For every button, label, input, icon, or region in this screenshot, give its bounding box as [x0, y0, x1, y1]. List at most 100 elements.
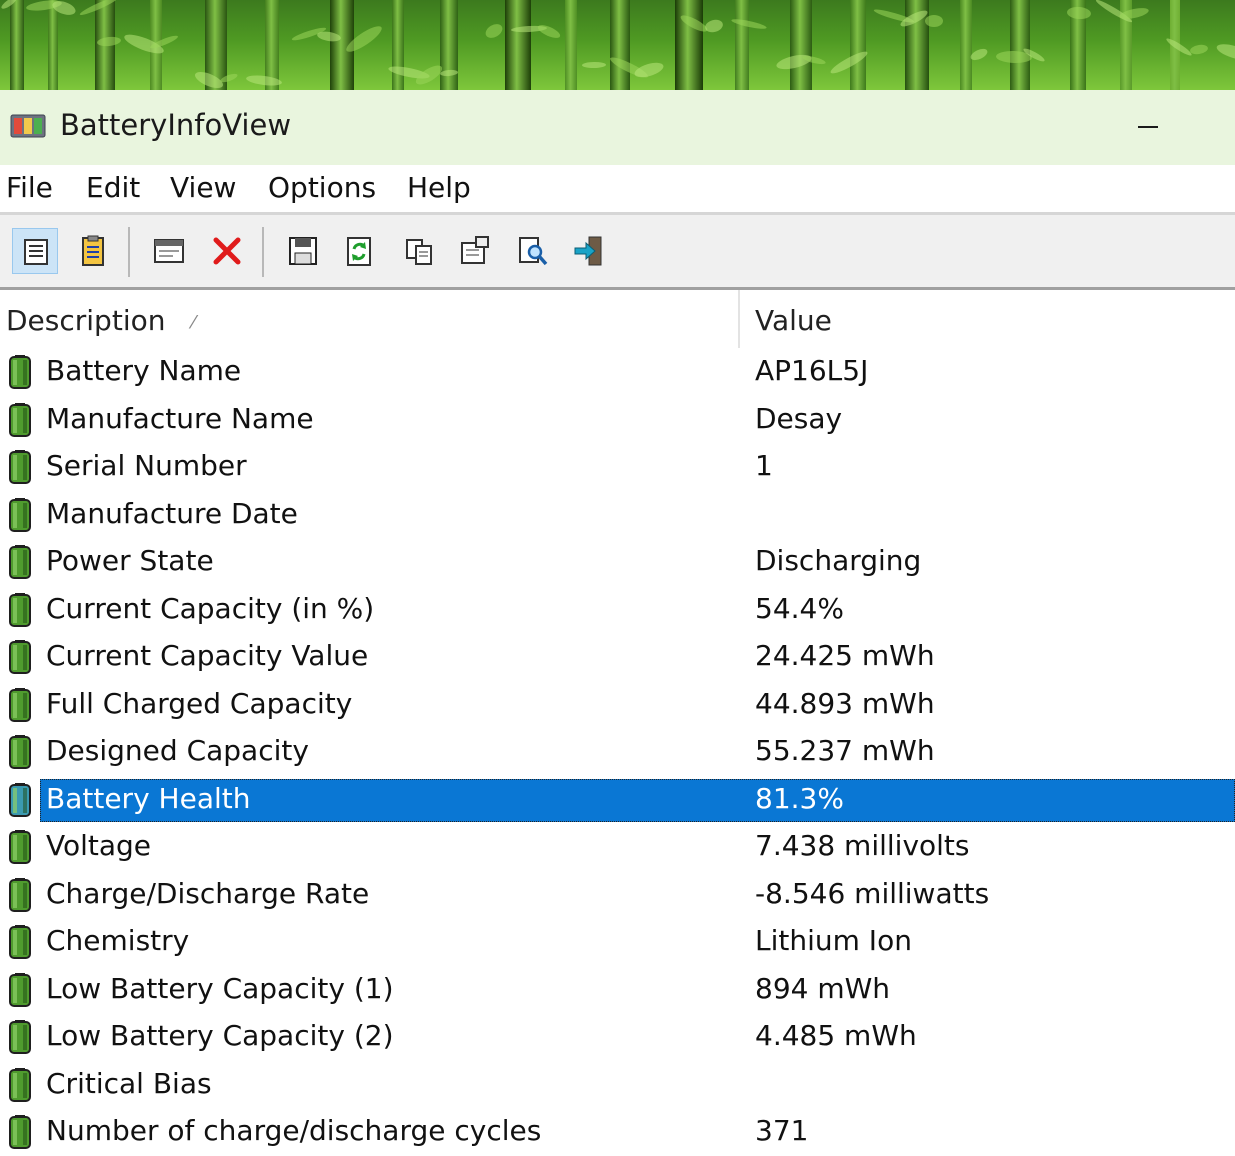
copy-button[interactable]: [396, 228, 442, 274]
delete-button[interactable]: [204, 228, 250, 274]
bamboo-stalk: [392, 0, 404, 90]
row-value: 371: [755, 1114, 809, 1147]
bamboo-stalk: [735, 0, 749, 90]
battery-icon: [9, 1115, 31, 1149]
list-header: Description ⁄ Value: [0, 290, 1235, 348]
battery-icon: [9, 877, 31, 912]
log-window-button[interactable]: [146, 228, 192, 274]
bamboo-stalk: [790, 0, 812, 90]
bamboo-stalk: [850, 0, 866, 90]
bamboo-leaf: [925, 15, 943, 27]
menu-edit[interactable]: Edit: [86, 171, 140, 204]
row-value: 1: [755, 449, 773, 482]
battery-icon: [9, 687, 31, 722]
table-row[interactable]: Manufacture Date: [0, 492, 1235, 539]
menu-view[interactable]: View: [170, 171, 236, 204]
table-row[interactable]: Designed Capacity 55.237 mWh: [0, 729, 1235, 776]
battery-info-button[interactable]: [12, 228, 58, 274]
bamboo-leaf: [581, 61, 607, 69]
table-row[interactable]: Current Capacity (in %) 54.4%: [0, 587, 1235, 634]
battery-icon: [9, 735, 31, 769]
bamboo-stalk: [10, 0, 24, 90]
refresh-button[interactable]: [336, 228, 382, 274]
row-description: Battery Health: [46, 781, 251, 815]
row-value: 4.485 mWh: [755, 1019, 917, 1052]
bamboo-stalk: [1010, 0, 1030, 90]
row-description: Full Charged Capacity: [46, 686, 353, 720]
table-row[interactable]: Power State Discharging: [0, 539, 1235, 586]
menu-bar: File Edit View Options Help: [0, 165, 1235, 213]
battery-icon: [9, 450, 31, 484]
battery-icon: [9, 1067, 31, 1102]
table-row[interactable]: Manufacture Name Desay: [0, 397, 1235, 444]
row-description: Low Battery Capacity (2): [46, 1019, 394, 1052]
battery-info-list[interactable]: Description ⁄ Value Battery Name AP16L5J M…: [0, 290, 1235, 1149]
exit-icon: [574, 236, 602, 266]
column-separator[interactable]: [738, 290, 740, 348]
battery-icon: [9, 355, 31, 389]
row-description: Voltage: [46, 829, 152, 862]
battery-log-button[interactable]: [70, 228, 116, 274]
row-value: Lithium Ion: [755, 924, 912, 957]
battery-info-icon: [24, 239, 48, 265]
table-row[interactable]: Battery Health 81.3%: [0, 777, 1235, 824]
row-description: Serial Number: [46, 449, 247, 482]
bamboo-stalk: [610, 0, 630, 90]
menu-help[interactable]: Help: [407, 171, 471, 204]
exit-button[interactable]: [566, 228, 612, 274]
toolbar-divider: [262, 227, 264, 277]
properties-button[interactable]: [452, 228, 498, 274]
table-row[interactable]: Voltage 7.438 millivolts: [0, 824, 1235, 871]
battery-icon: [9, 545, 31, 579]
table-row[interactable]: Chemistry Lithium Ion: [0, 919, 1235, 966]
battery-log-icon: [82, 235, 104, 266]
bamboo-stalk: [48, 0, 58, 90]
row-description: Battery Name: [46, 354, 242, 387]
bamboo-leaf: [703, 17, 725, 35]
log-window-icon: [154, 239, 184, 263]
battery-icon: [9, 402, 31, 437]
window-titlebar[interactable]: BatteryInfoView: [0, 90, 1235, 165]
bamboo-stalk: [440, 0, 458, 90]
table-row[interactable]: Battery Name AP16L5J: [0, 349, 1235, 396]
table-row[interactable]: Current Capacity Value 24.425 mWh: [0, 634, 1235, 681]
battery-icon: [9, 497, 31, 532]
bamboo-leaf: [1215, 40, 1235, 64]
table-row[interactable]: Low Battery Capacity (2) 4.485 mWh: [0, 1014, 1235, 1061]
table-row[interactable]: Number of charge/discharge cycles 371: [0, 1109, 1235, 1156]
column-header-description[interactable]: Description: [6, 304, 165, 337]
bamboo-stalk: [505, 0, 531, 90]
row-value: 44.893 mWh: [755, 686, 935, 720]
find-icon: [519, 237, 548, 266]
bamboo-stalk: [960, 0, 972, 90]
find-button[interactable]: [510, 228, 556, 274]
row-description: Designed Capacity: [46, 734, 309, 767]
row-value: 54.4%: [755, 591, 844, 625]
row-value: 7.438 millivolts: [755, 829, 970, 862]
row-description: Charge/Discharge Rate: [46, 876, 370, 910]
table-row[interactable]: Full Charged Capacity 44.893 mWh: [0, 682, 1235, 729]
app-icon: [10, 114, 46, 138]
bamboo-stalk: [675, 0, 703, 90]
properties-icon: [461, 236, 489, 264]
menu-options[interactable]: Options: [268, 171, 376, 204]
table-row[interactable]: Charge/Discharge Rate -8.546 milliwatts: [0, 872, 1235, 919]
column-header-value[interactable]: Value: [755, 304, 832, 337]
battery-icon: [9, 782, 31, 817]
refresh-icon: [347, 237, 371, 266]
row-description: Number of charge/discharge cycles: [46, 1114, 542, 1147]
bamboo-leaf: [1189, 43, 1209, 56]
table-row[interactable]: Critical Bias: [0, 1062, 1235, 1109]
minimize-icon: [1138, 126, 1158, 128]
save-button[interactable]: [280, 228, 326, 274]
bamboo-leaf: [632, 59, 666, 81]
save-icon: [289, 237, 317, 265]
row-value: Desay: [755, 401, 843, 435]
minimize-button[interactable]: [1112, 95, 1182, 160]
menu-file[interactable]: File: [6, 171, 53, 204]
bamboo-leaf: [536, 22, 562, 41]
row-value: Discharging: [755, 544, 922, 577]
table-row[interactable]: Low Battery Capacity (1) 894 mWh: [0, 967, 1235, 1014]
row-value: 24.425 mWh: [755, 639, 935, 672]
table-row[interactable]: Serial Number 1: [0, 444, 1235, 491]
